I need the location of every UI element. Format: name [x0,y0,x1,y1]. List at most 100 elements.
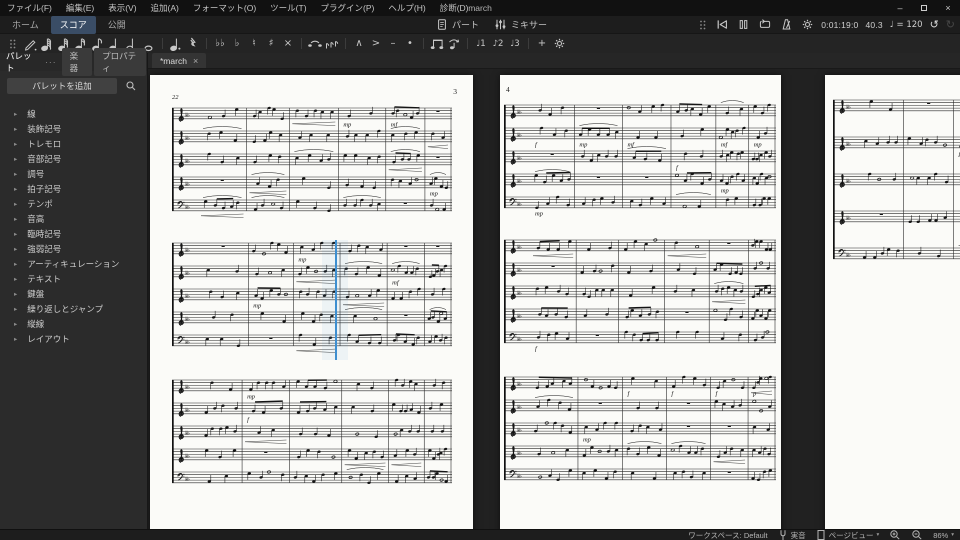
menu-file[interactable]: ファイル(F) [0,0,59,16]
tuning-fork-icon [778,529,788,540]
playback-toolbar-grip [699,19,707,31]
palette-item-label: 装飾記号 [27,123,62,134]
expand-arrow-icon[interactable]: ▸ [14,110,17,118]
palette-item-time-signatures[interactable]: ▸ 拍子記号 [0,181,147,196]
natural-icon[interactable]: ♮ [246,35,262,53]
voice-2-icon[interactable]: ♪2 [490,35,506,53]
customize-toolbar-icon[interactable] [551,35,567,53]
expand-arrow-icon[interactable]: ▸ [14,245,17,253]
flat-icon[interactable]: ♭ [229,35,245,53]
menu-edit[interactable]: 編集(E) [59,0,101,16]
palette-item-ornaments[interactable]: ▸ 装飾記号 [0,121,147,136]
svg-text:♭♭♭: ♭♭♭ [185,384,190,391]
expand-arrow-icon[interactable]: ▸ [14,335,17,343]
expand-arrow-icon[interactable]: ▸ [14,320,17,328]
search-palette-button[interactable] [122,78,140,94]
sharp-icon[interactable]: ♯ [263,35,279,53]
marcato-icon[interactable]: ∧ [351,35,367,53]
add-icon[interactable]: + [534,35,550,53]
rewind-icon[interactable] [715,18,729,31]
palette-item-text[interactable]: ▸ テキスト [0,271,147,286]
palette-item-layout[interactable]: ▸ レイアウト [0,331,147,346]
expand-arrow-icon[interactable]: ▸ [14,185,17,193]
menu-format[interactable]: フォーマット(O) [186,0,263,16]
score-page-3[interactable]: ♭♭♭♭♭♭♭♭♭♭♭♭♭♭♭pmfp [825,75,960,529]
flip-direction-icon[interactable] [446,35,462,53]
close-button[interactable]: × [936,0,960,16]
palette-item-lines[interactable]: ▸ 線 [0,106,147,121]
note-64th-icon[interactable] [39,35,55,53]
tuplet-icon[interactable] [429,35,445,53]
view-mode-label: ページビュー [828,530,874,540]
expand-arrow-icon[interactable]: ▸ [14,125,17,133]
toolbar-separator [528,38,529,49]
double-sharp-icon[interactable]: × [280,35,296,53]
palette-item-pitch[interactable]: ▸ 音高 [0,211,147,226]
menu-add[interactable]: 追加(A) [144,0,186,16]
minimize-button[interactable]: – [888,0,912,16]
menu-tools[interactable]: ツール(T) [263,0,313,16]
tie-icon[interactable] [307,35,323,53]
expand-arrow-icon[interactable]: ▸ [14,260,17,268]
palette-item-dynamics[interactable]: ▸ 強弱記号 [0,241,147,256]
score-page-1[interactable]: 3 22 ♭♭♭ ♭♭♭ ♭♭♭ ♭♭♭ ♭♭♭ mp mf mp ♭♭♭ ♭♭♭ ♭♭♭ ♭♭♭ ♭♭♭ m… [150,75,473,529]
tab-score[interactable]: スコア [50,15,96,34]
palette-item-accidentals[interactable]: ▸ 臨時記号 [0,226,147,241]
menu-view[interactable]: 表示(V) [101,0,143,16]
palette-item-repeats-jumps[interactable]: ▸ 繰り返しとジャンプ [0,301,147,316]
voice-3-icon[interactable]: ♩3 [507,35,523,53]
expand-arrow-icon[interactable]: ▸ [14,275,17,283]
view-mode-selector[interactable]: ページビュー ▾ [816,529,879,540]
staccato-icon[interactable]: • [402,35,418,53]
loop-playback-icon[interactable] [758,18,772,31]
add-palette-button[interactable]: パレットを追加 [7,78,117,94]
palette-item-articulations[interactable]: ▸ アーティキュレーション [0,256,147,271]
metronome-icon[interactable] [780,18,793,31]
score-page-2[interactable]: 4 ♭♭♭ ♭♭♭ ♭♭♭ ♭♭♭ ♭♭♭ f mp mf mf mp f mp mp ♭♭♭ ♭♭♭ ♭♭♭ ♭… [500,75,781,529]
title-bar: ファイル(F) 編集(E) 表示(V) 追加(A) フォーマット(O) ツール(T) プラグ… [0,0,960,16]
score-tab-march[interactable]: *march × [152,53,207,68]
expand-arrow-icon[interactable]: ▸ [14,200,17,208]
palette-item-barlines[interactable]: ▸ 縦線 [0,316,147,331]
zoom-in-button[interactable] [889,529,901,540]
voice-1-icon[interactable]: ♩1 [473,35,489,53]
expand-arrow-icon[interactable]: ▸ [14,215,17,223]
palette-item-key-signatures[interactable]: ▸ 調号 [0,166,147,181]
slur-icon[interactable] [324,35,340,53]
augmentation-dot-icon[interactable] [168,35,184,53]
palette-menu-button[interactable]: ··· [41,57,61,67]
palette-item-clefs[interactable]: ▸ 音部記号 [0,151,147,166]
undo-button[interactable]: ↺ [930,18,939,31]
workspace-indicator[interactable]: ワークスペース: Default [688,530,767,540]
tempo-display[interactable]: ♩ = 120 [890,20,923,30]
tab-home[interactable]: ホーム [3,16,48,34]
playback-settings-icon[interactable] [801,18,814,31]
menu-help[interactable]: ヘルプ(H) [381,0,432,16]
rest-icon[interactable] [185,35,201,53]
expand-arrow-icon[interactable]: ▸ [14,290,17,298]
pause-icon[interactable] [737,18,750,31]
expand-arrow-icon[interactable]: ▸ [14,305,17,313]
score-canvas[interactable]: 3 22 ♭♭♭ ♭♭♭ ♭♭♭ ♭♭♭ ♭♭♭ mp mf mp ♭♭♭ ♭♭♭ ♭♭♭ ♭♭♭ ♭♭♭ m… [148,69,960,529]
double-flat-icon[interactable]: ♭♭ [212,35,228,53]
parts-button[interactable]: パート [436,18,479,31]
menu-plugins[interactable]: プラグイン(P) [314,0,382,16]
menu-diagnostics[interactable]: 診断(D) [433,0,476,16]
palette-item-tremolo[interactable]: ▸ トレモロ [0,136,147,151]
tenuto-icon[interactable]: – [385,35,401,53]
tab-publish[interactable]: 公開 [99,16,135,34]
expand-arrow-icon[interactable]: ▸ [14,230,17,238]
zoom-out-button[interactable] [911,529,923,540]
zoom-level-selector[interactable]: 86% ▾ [933,531,954,540]
expand-arrow-icon[interactable]: ▸ [14,155,17,163]
maximize-button[interactable] [912,0,936,16]
concert-pitch-toggle[interactable]: 実音 [778,529,806,540]
expand-arrow-icon[interactable]: ▸ [14,140,17,148]
staff-system: ♭♭♭ ♭♭♭ ♭♭♭ ♭♭♭ ♭♭♭ mp mf mp [172,237,452,364]
palette-item-keyboard[interactable]: ▸ 鍵盤 [0,286,147,301]
palette-item-tempo[interactable]: ▸ テンポ [0,196,147,211]
expand-arrow-icon[interactable]: ▸ [14,170,17,178]
score-tab-close-icon[interactable]: × [193,56,198,66]
mixer-button[interactable]: ミキサー [494,18,547,31]
accent-icon[interactable]: > [368,35,384,53]
